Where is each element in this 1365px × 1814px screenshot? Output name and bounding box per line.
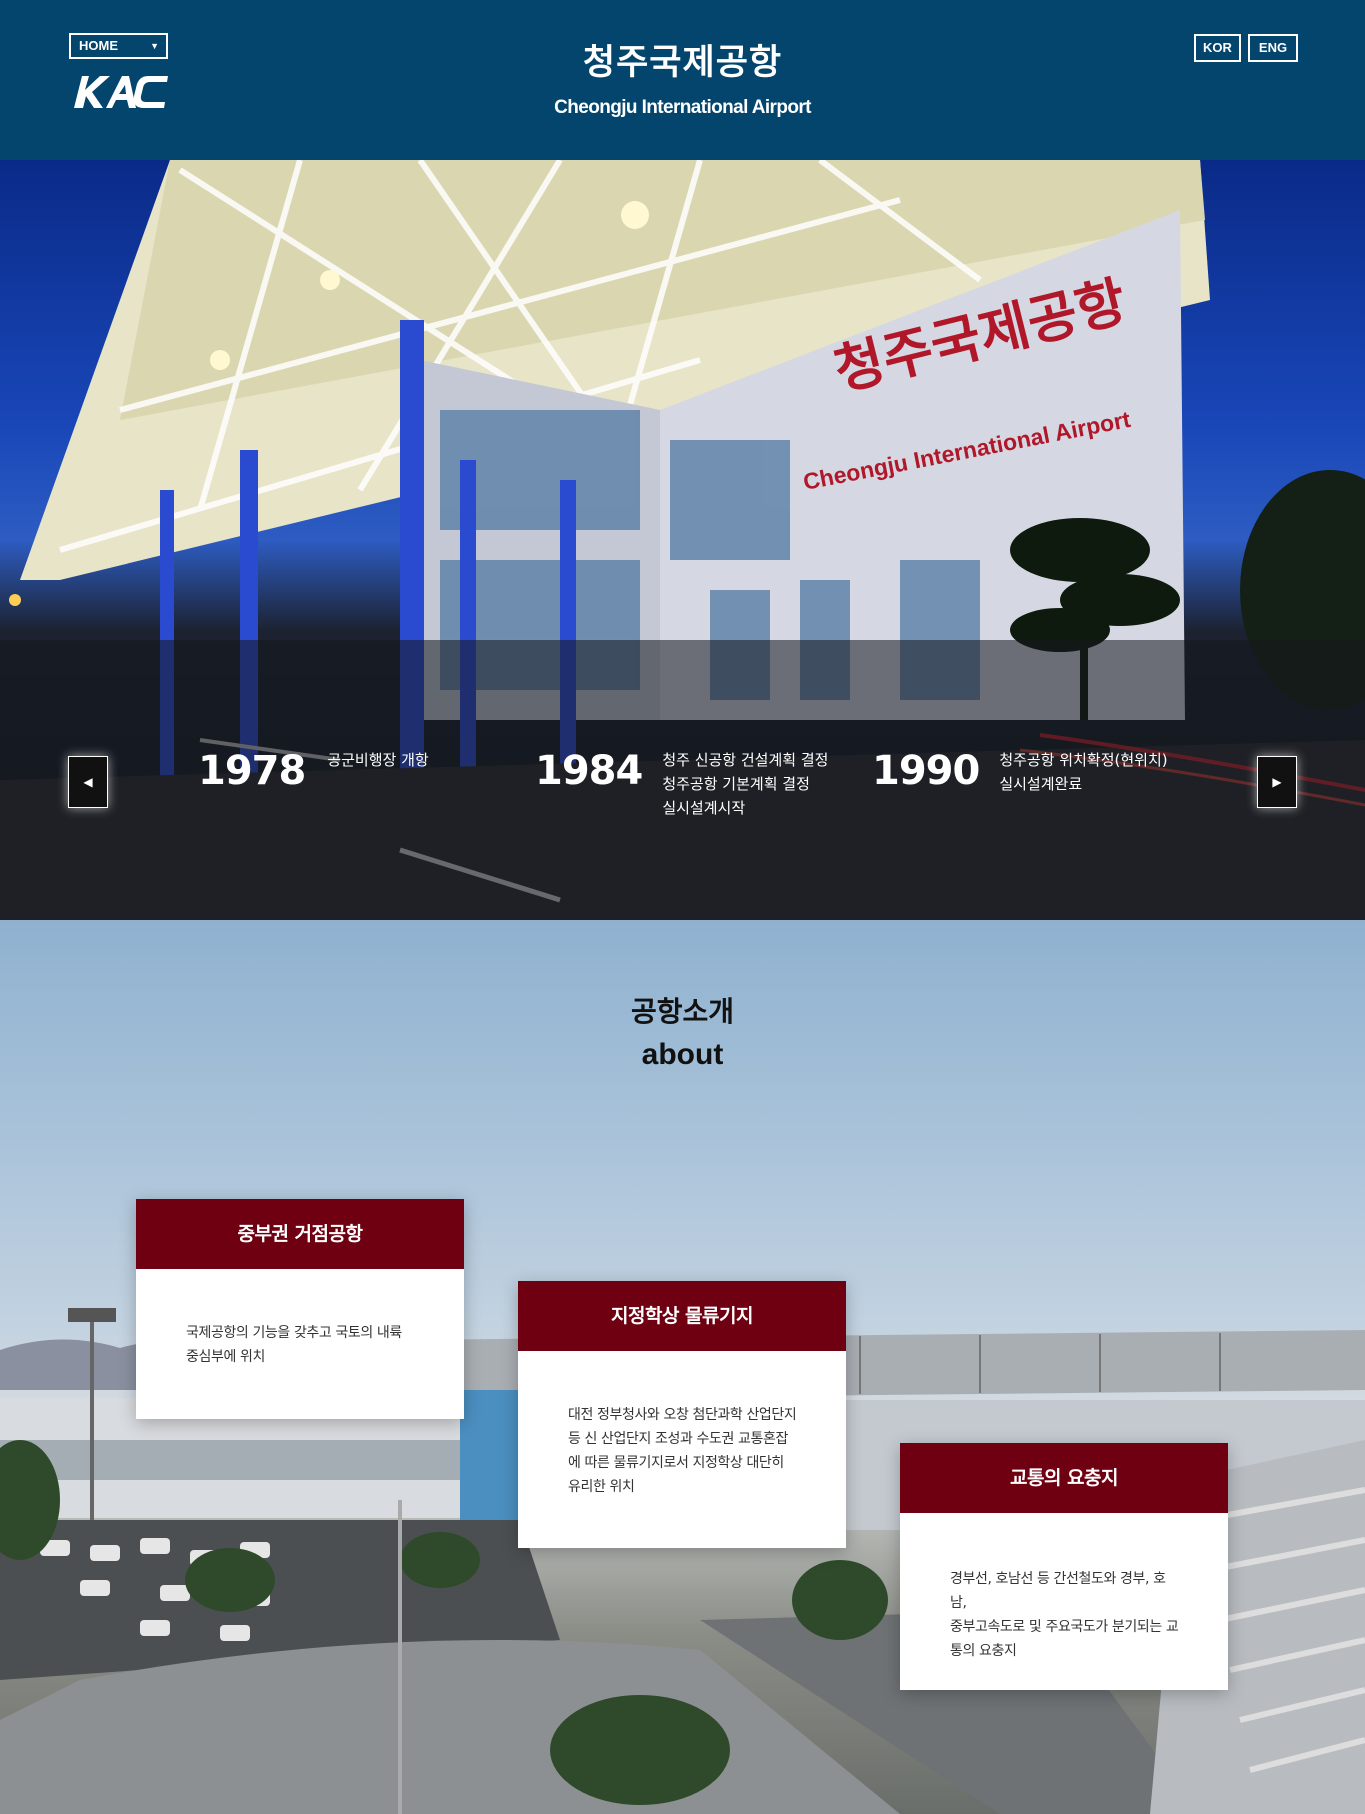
card-line: 대전 정부청사와 오창 첨단과학 산업단지 xyxy=(568,1407,797,1423)
timeline-line: 청주공항 위치확정(현위치) xyxy=(999,751,1168,769)
timeline-item-1984: 1984 청주 신공항 건설계획 결정 청주공항 기본계획 결정 실시설계시작 xyxy=(535,746,828,820)
about-title-ko: 공항소개 xyxy=(630,995,735,1028)
hero-banner: 청주국제공항 Cheongju International Airport ◀ … xyxy=(0,160,1365,920)
card-title: 지정학상 물류기지 xyxy=(518,1281,846,1351)
timeline-year: 1984 xyxy=(535,748,643,794)
timeline-item-1990: 1990 청주공항 위치확정(현위치) 실시설계완료 xyxy=(872,746,1168,796)
timeline-line: 청주 신공항 건설계획 결정 xyxy=(662,751,829,769)
site-subtitle: Cheongju International Airport xyxy=(554,97,811,118)
timeline-item-1978: 1978 공군비행장 개항 xyxy=(198,746,429,796)
timeline-description: 청주 신공항 건설계획 결정 청주공항 기본계획 결정 실시설계시작 xyxy=(662,748,828,820)
timeline-line: 청주공항 기본계획 결정 xyxy=(662,775,810,793)
card-line: 경부선, 호남선 등 간선철도와 경부, 호남, xyxy=(950,1571,1166,1611)
timeline-line: 공군비행장 개항 xyxy=(327,751,429,769)
about-section: 공항소개 about 중부권 거점공항 국제공항의 기능을 갖추고 국토의 내륙… xyxy=(0,920,1365,1814)
timeline-line: 실시설계시작 xyxy=(662,799,746,817)
timeline-description: 공군비행장 개항 xyxy=(327,748,428,796)
feature-card-logistics-base: 지정학상 물류기지 대전 정부청사와 오창 첨단과학 산업단지 등 신 산업단지… xyxy=(518,1281,846,1548)
lang-eng-button[interactable]: ENG xyxy=(1248,34,1298,62)
card-title: 중부권 거점공항 xyxy=(136,1199,464,1269)
feature-card-transport-hub: 교통의 요충지 경부선, 호남선 등 간선철도와 경부, 호남, 중부고속도로 … xyxy=(900,1443,1228,1690)
site-header: HOME ▼ 청주국제공항 Cheongju International Air… xyxy=(0,0,1365,160)
card-line: 중심부에 위치 xyxy=(186,1349,265,1365)
card-title: 교통의 요충지 xyxy=(900,1443,1228,1513)
chevron-left-icon: ◀ xyxy=(83,775,93,789)
card-line: 중부고속도로 및 주요국도가 분기되는 교 xyxy=(950,1619,1179,1635)
timeline-description: 청주공항 위치확정(현위치) 실시설계완료 xyxy=(999,748,1167,796)
timeline-next-button[interactable]: ▶ xyxy=(1257,756,1297,808)
timeline-line: 실시설계완료 xyxy=(999,775,1083,793)
timeline-year: 1990 xyxy=(872,748,980,794)
about-title-en: about xyxy=(641,1038,724,1071)
chevron-right-icon: ▶ xyxy=(1272,775,1282,789)
card-line: 통의 요충지 xyxy=(950,1643,1017,1659)
card-body: 국제공항의 기능을 갖추고 국토의 내륙 중심부에 위치 xyxy=(136,1269,464,1369)
timeline-prev-button[interactable]: ◀ xyxy=(68,756,108,808)
card-body: 대전 정부청사와 오창 첨단과학 산업단지 등 신 산업단지 조성과 수도권 교… xyxy=(518,1351,846,1499)
feature-card-hub-airport: 중부권 거점공항 국제공항의 기능을 갖추고 국토의 내륙 중심부에 위치 xyxy=(136,1199,464,1419)
lang-kor-button[interactable]: KOR xyxy=(1194,34,1241,62)
card-line: 에 따른 물류기지로서 지정학상 대단히 xyxy=(568,1455,784,1471)
site-title: 청주국제공항 xyxy=(582,43,783,83)
card-body: 경부선, 호남선 등 간선철도와 경부, 호남, 중부고속도로 및 주요국도가 … xyxy=(900,1513,1228,1663)
timeline-year: 1978 xyxy=(198,748,306,794)
card-line: 등 신 산업단지 조성과 수도권 교통혼잡 xyxy=(568,1431,788,1447)
card-line: 유리한 위치 xyxy=(568,1479,635,1495)
card-line: 국제공항의 기능을 갖추고 국토의 내륙 xyxy=(186,1325,402,1341)
